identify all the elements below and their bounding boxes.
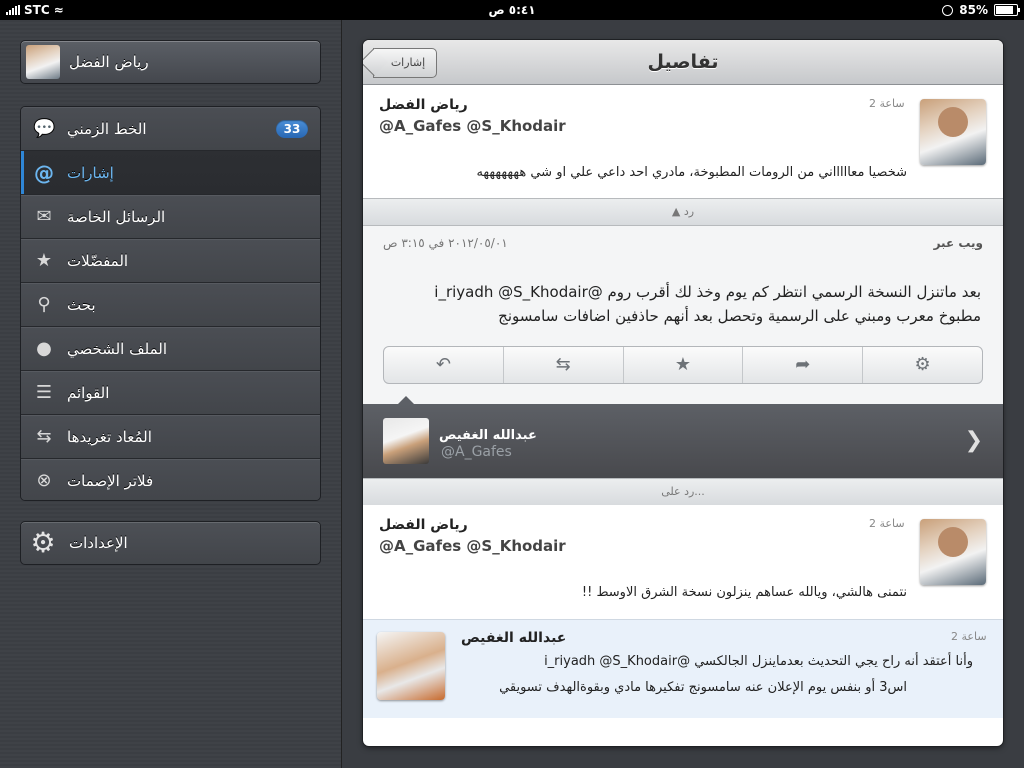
gear-icon: ⚙ <box>30 526 56 559</box>
sidebar-menu: 💬 الخط الزمني 33 @ إشارات ✉ الرسائل الخا… <box>20 106 321 501</box>
reply-divider[interactable]: ▲ رد <box>363 198 1003 226</box>
share-icon: ➦ <box>795 354 811 375</box>
search-icon: ⚲ <box>37 294 51 315</box>
star-icon: ★ <box>674 354 692 375</box>
sidebar-item-label: القوائم <box>67 384 110 402</box>
author-handle: @A_Gafes <box>441 444 512 460</box>
tweet-timestamp: ٢٠١٢/٠٥/٠١ في ٣:١٥ ص <box>383 236 508 250</box>
battery-icon <box>994 4 1020 16</box>
navigation-bar: إشارات تفاصيل <box>363 40 1003 85</box>
reply-to-label: رد على... <box>661 485 705 498</box>
sidebar-item-favorites[interactable]: ★ المفضّلات <box>21 239 320 283</box>
tweet[interactable]: 2 ساعة رياض الفضل @A_Gafes @S_Khodair شخ… <box>363 85 1003 197</box>
sidebar-item-label: المفضّلات <box>67 252 129 270</box>
account-button[interactable]: رياض الفضل <box>20 40 321 84</box>
more-button[interactable]: ⚙ <box>863 347 982 383</box>
tweet-text: نتمنى هالشي، ويالله عساهم ينزلون نسخة ال… <box>581 585 907 600</box>
sidebar-item-label: الرسائل الخاصة <box>67 208 166 226</box>
tweet-author-name: رياض الفضل <box>379 97 468 113</box>
tweet-time: 2 ساعة <box>869 517 905 530</box>
avatar[interactable] <box>920 519 986 585</box>
tweet-text-line: بعد ماتنزل النسخة الرسمي انتظر كم يوم وخ… <box>434 283 981 301</box>
sidebar-item-profile[interactable]: ● الملف الشخصي <box>21 327 320 371</box>
sidebar-item-messages[interactable]: ✉ الرسائل الخاصة <box>21 195 320 239</box>
sidebar-item-label: إشارات <box>67 164 114 182</box>
favorite-button[interactable]: ★ <box>624 347 744 383</box>
page-title: تفاصيل <box>647 51 719 73</box>
mute-icon: ⊗ <box>36 470 52 491</box>
unread-count-badge: 33 <box>276 120 308 138</box>
sidebar: رياض الفضل 💬 الخط الزمني 33 @ إشارات ✉ ا… <box>0 20 342 768</box>
rotation-lock-icon <box>942 4 954 16</box>
reply-divider-label: رد <box>683 205 695 218</box>
clock: ٥:٤١ ص <box>488 3 536 17</box>
gear-icon: ⚙ <box>914 354 931 375</box>
tweet[interactable]: 2 ساعة رياض الفضل @A_Gafes @S_Khodair نت… <box>363 505 1003 618</box>
at-icon: @ <box>34 161 54 185</box>
sidebar-item-label: الخط الزمني <box>67 120 147 138</box>
author-name: عبدالله الغفيص <box>439 428 537 443</box>
sidebar-item-lists[interactable]: ☰ القوائم <box>21 371 320 415</box>
tweet-time: 2 ساعة <box>951 630 987 643</box>
sidebar-item-label: فلاتر الإصمات <box>67 472 154 490</box>
tweet-mentions: @A_Gafes @S_Khodair <box>379 537 566 555</box>
reply-icon: ↶ <box>435 354 451 375</box>
sidebar-item-retweets[interactable]: ⇆ المُعاد تغريدها <box>21 415 320 459</box>
up-arrow-icon: ▲ <box>671 205 681 218</box>
tweet-mentions: @A_Gafes @S_Khodair <box>379 117 566 135</box>
sidebar-item-mentions[interactable]: @ إشارات <box>21 151 320 195</box>
reply-button[interactable]: ↶ <box>384 347 504 383</box>
tweet-text: شخصيا معاااااني من الرومات المطبوخة، ماد… <box>476 165 907 180</box>
tweet-text: بعد ماتنزل النسخة الرسمي انتظر كم يوم وخ… <box>383 280 981 328</box>
avatar <box>26 45 60 79</box>
retweet-icon: ⇆ <box>555 354 571 375</box>
person-icon: ● <box>36 338 52 359</box>
tweet-action-bar: ↶ ⇆ ★ ➦ ⚙ <box>383 346 983 384</box>
tweet[interactable]: عبدالله الغفيص 2 ساعة وأنا أعتقد أنه راح… <box>363 619 1003 718</box>
sidebar-item-label: الملف الشخصي <box>67 340 167 358</box>
tweet-text-line: وأنا أعتقد أنه راح يجي التحديث بعدماينزل… <box>544 654 973 669</box>
status-bar: STC ≈ ٥:٤١ ص 85% <box>0 0 1024 20</box>
avatar[interactable] <box>377 632 445 700</box>
main-tweet: ويب عبر ٢٠١٢/٠٥/٠١ في ٣:١٥ ص بعد ماتنزل … <box>363 226 1003 404</box>
list-icon: ☰ <box>35 382 53 403</box>
tweet-text-line: اس3 أو بنفس يوم الإعلان عنه سامسونج تفكي… <box>499 680 907 695</box>
sidebar-item-search[interactable]: ⚲ بحث <box>21 283 320 327</box>
share-button[interactable]: ➦ <box>743 347 864 383</box>
avatar <box>383 418 429 464</box>
sidebar-item-label: بحث <box>67 296 96 314</box>
author-row[interactable]: عبدالله الغفيص @A_Gafes ❯ <box>363 396 1003 478</box>
chevron-right-icon: ❯ <box>964 428 983 453</box>
sidebar-item-label: المُعاد تغريدها <box>67 428 152 446</box>
tweet-source: ويب عبر <box>933 236 983 250</box>
reply-to-divider[interactable]: رد على... <box>363 478 1003 506</box>
sidebar-item-mute-filters[interactable]: ⊗ فلاتر الإصمات <box>21 459 320 500</box>
sidebar-item-timeline[interactable]: 💬 الخط الزمني 33 <box>21 107 320 151</box>
tweet-time: 2 ساعة <box>869 97 905 110</box>
speech-bubble-icon: 💬 <box>33 118 56 139</box>
retweet-button[interactable]: ⇆ <box>504 347 624 383</box>
tweet-author-name: رياض الفضل <box>379 517 468 533</box>
account-name: رياض الفضل <box>69 53 149 71</box>
settings-label: الإعدادات <box>69 534 128 552</box>
tweet-author-name: عبدالله الغفيص <box>461 630 567 646</box>
detail-pane: إشارات تفاصيل 2 ساعة رياض الفضل @A_Gafes… <box>363 40 1003 746</box>
tweet-text-line: مطبوخ معرب ومبني على الرسمية وتحصل بعد أ… <box>498 307 981 325</box>
envelope-icon: ✉ <box>36 206 52 227</box>
retweet-icon: ⇆ <box>36 426 52 447</box>
pointer-caret <box>397 396 415 405</box>
battery-percent: 85% <box>959 3 988 17</box>
star-icon: ★ <box>35 250 53 271</box>
settings-button[interactable]: ⚙ الإعدادات <box>20 521 321 565</box>
avatar[interactable] <box>920 99 986 165</box>
